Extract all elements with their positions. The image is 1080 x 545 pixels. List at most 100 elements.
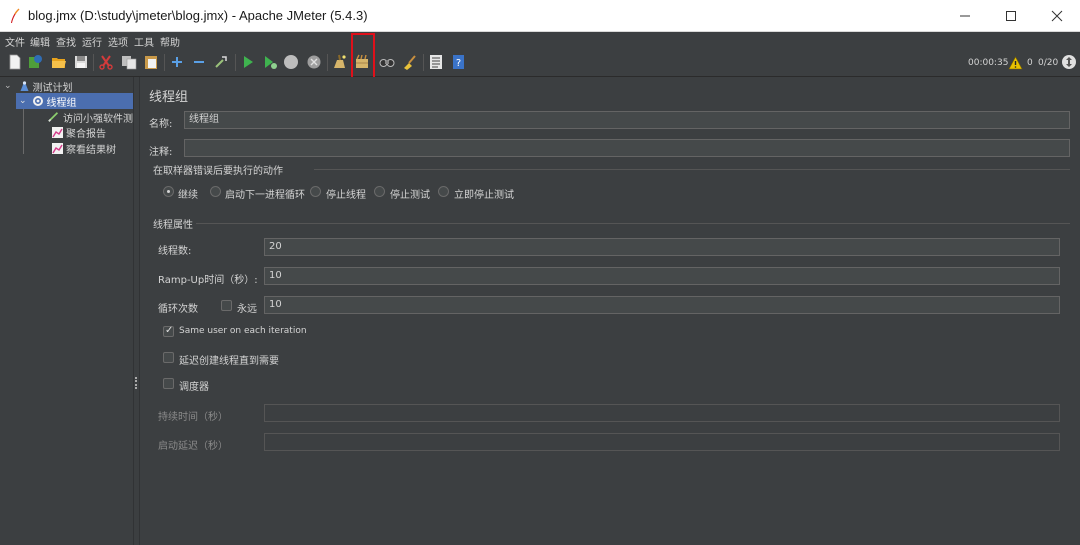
- reset-search-icon[interactable]: [402, 54, 418, 70]
- startup-delay-label: 启动延迟（秒）: [158, 441, 228, 452]
- open-icon[interactable]: [51, 54, 67, 70]
- thread-group-gear-icon: [32, 96, 43, 106]
- save-icon[interactable]: [73, 54, 89, 70]
- clear-icon[interactable]: [331, 54, 347, 70]
- close-icon: [1051, 10, 1063, 22]
- minimize-button[interactable]: [942, 0, 988, 32]
- listener-chart-icon: [52, 126, 63, 138]
- stop-test-label: 停止测试: [390, 190, 430, 201]
- stop-test-now-label: 立即停止测试: [454, 190, 514, 201]
- menu-options[interactable]: 选项: [108, 34, 128, 49]
- shutdown-icon[interactable]: [306, 54, 322, 70]
- stop-thread-radio[interactable]: [310, 186, 321, 197]
- scheduler-checkbox[interactable]: [163, 378, 174, 389]
- stop-thread-label: 停止线程: [326, 190, 366, 201]
- collapse-icon[interactable]: [191, 54, 207, 70]
- start-icon[interactable]: [240, 54, 256, 70]
- delay-thread-creation-checkbox[interactable]: [163, 352, 174, 363]
- error-action-section-title: 在取样器错误后要执行的动作: [153, 166, 283, 177]
- expand-icon[interactable]: [169, 54, 185, 70]
- comment-label: 注释:: [149, 147, 173, 158]
- tree-item-test-plan[interactable]: ⌄ 测试计划: [4, 78, 73, 94]
- menu-edit[interactable]: 编辑: [30, 34, 50, 49]
- tree-item-view-results-tree[interactable]: 察看结果树: [52, 140, 116, 156]
- section-divider: [314, 169, 1070, 170]
- search-icon[interactable]: [379, 54, 395, 70]
- toolbar-separator: [164, 54, 165, 71]
- same-user-label: Same user on each iteration: [179, 326, 307, 336]
- highlight-box: [351, 33, 375, 81]
- start-next-loop-label: 启动下一进程循环: [225, 190, 305, 201]
- delay-thread-creation-label: 延迟创建线程直到需要: [179, 356, 279, 367]
- stop-test-now-radio[interactable]: [438, 186, 449, 197]
- thread-group-panel: 线程组 名称: 线程组 注释: 在取样器错误后要执行的动作 继续 启动下一进程循…: [140, 77, 1080, 545]
- menu-search[interactable]: 查找: [56, 34, 76, 49]
- toggle-icon[interactable]: [213, 54, 229, 70]
- new-icon[interactable]: [7, 54, 23, 70]
- menu-run[interactable]: 运行: [82, 34, 102, 49]
- svg-text:?: ?: [456, 58, 461, 69]
- checkmark-icon: ✓: [165, 325, 174, 336]
- menu-help[interactable]: 帮助: [160, 34, 180, 49]
- maximize-icon: [1006, 11, 1016, 21]
- window-title: blog.jmx (D:\study\jmeter\blog.jmx) - Ap…: [28, 8, 368, 23]
- menu-file[interactable]: 文件: [5, 34, 25, 49]
- http-sampler-pen-icon: [48, 112, 59, 122]
- paste-icon[interactable]: [143, 54, 159, 70]
- window-titlebar: blog.jmx (D:\study\jmeter\blog.jmx) - Ap…: [0, 0, 1080, 32]
- chevron-down-icon: ⌄: [19, 96, 27, 106]
- jmeter-feather-icon: [11, 8, 20, 23]
- duration-input[interactable]: [264, 404, 1060, 422]
- start-next-loop-radio[interactable]: [210, 186, 221, 197]
- duration-label: 持续时间（秒）: [158, 412, 228, 423]
- forever-checkbox[interactable]: [221, 300, 232, 311]
- test-plan-tree: ⌄ 测试计划 ⌄ 线程组 访问小强软件测 聚合报告 察看结果树: [0, 77, 133, 545]
- same-user-checkbox[interactable]: ✓: [163, 325, 174, 337]
- warning-count: 0: [1027, 58, 1033, 68]
- toolbar-separator: [423, 54, 424, 71]
- section-divider: [196, 223, 1070, 224]
- loop-count-label: 循环次数: [158, 304, 198, 315]
- startup-delay-input[interactable]: [264, 433, 1060, 451]
- name-input[interactable]: 线程组: [184, 111, 1070, 129]
- warning-icon[interactable]: [1008, 56, 1023, 70]
- name-label: 名称:: [149, 119, 173, 130]
- menu-tools[interactable]: 工具: [134, 34, 154, 49]
- stop-icon[interactable]: [283, 54, 299, 70]
- toolbar-separator: [235, 54, 236, 71]
- forever-label: 永远: [237, 304, 257, 315]
- drag-handle[interactable]: [135, 377, 137, 389]
- stop-test-radio[interactable]: [374, 186, 385, 197]
- copy-icon[interactable]: [121, 54, 137, 70]
- test-plan-icon: [20, 81, 29, 91]
- tree-item-thread-group[interactable]: ⌄ 线程组: [16, 93, 133, 109]
- thread-properties-section-title: 线程属性: [153, 220, 193, 231]
- comment-input[interactable]: [184, 139, 1070, 157]
- help-icon[interactable]: ?: [450, 54, 466, 70]
- listener-chart-icon: [52, 142, 63, 154]
- loop-count-input[interactable]: 10: [264, 296, 1060, 314]
- start-no-pause-icon[interactable]: [262, 54, 278, 70]
- split-pane-divider[interactable]: [133, 77, 140, 545]
- toolbar: ? 00:00:35 0 0/20: [0, 49, 1080, 77]
- templates-icon[interactable]: [27, 54, 43, 70]
- tree-item-aggregate-report[interactable]: 聚合报告: [52, 124, 106, 140]
- scheduler-label: 调度器: [179, 382, 209, 393]
- close-button[interactable]: [1034, 0, 1080, 32]
- tree-guide-line: [23, 109, 24, 154]
- minimize-icon: [960, 15, 970, 17]
- rampup-label: Ramp-Up时间（秒）:: [158, 275, 258, 286]
- tree-item-http-sampler[interactable]: 访问小强软件测: [48, 109, 133, 125]
- threads-label: 线程数:: [158, 246, 192, 257]
- rampup-input[interactable]: 10: [264, 267, 1060, 285]
- threads-input[interactable]: 20: [264, 238, 1060, 256]
- function-helper-icon[interactable]: [428, 54, 444, 70]
- cut-icon[interactable]: [98, 54, 114, 70]
- active-threads: 0/20: [1038, 58, 1059, 68]
- maximize-button[interactable]: [988, 0, 1034, 32]
- panel-title: 线程组: [149, 90, 189, 105]
- chevron-down-icon: ⌄: [4, 81, 12, 91]
- continue-radio[interactable]: [163, 186, 174, 197]
- toolbar-separator: [93, 54, 94, 71]
- remote-status-icon: [1062, 55, 1076, 69]
